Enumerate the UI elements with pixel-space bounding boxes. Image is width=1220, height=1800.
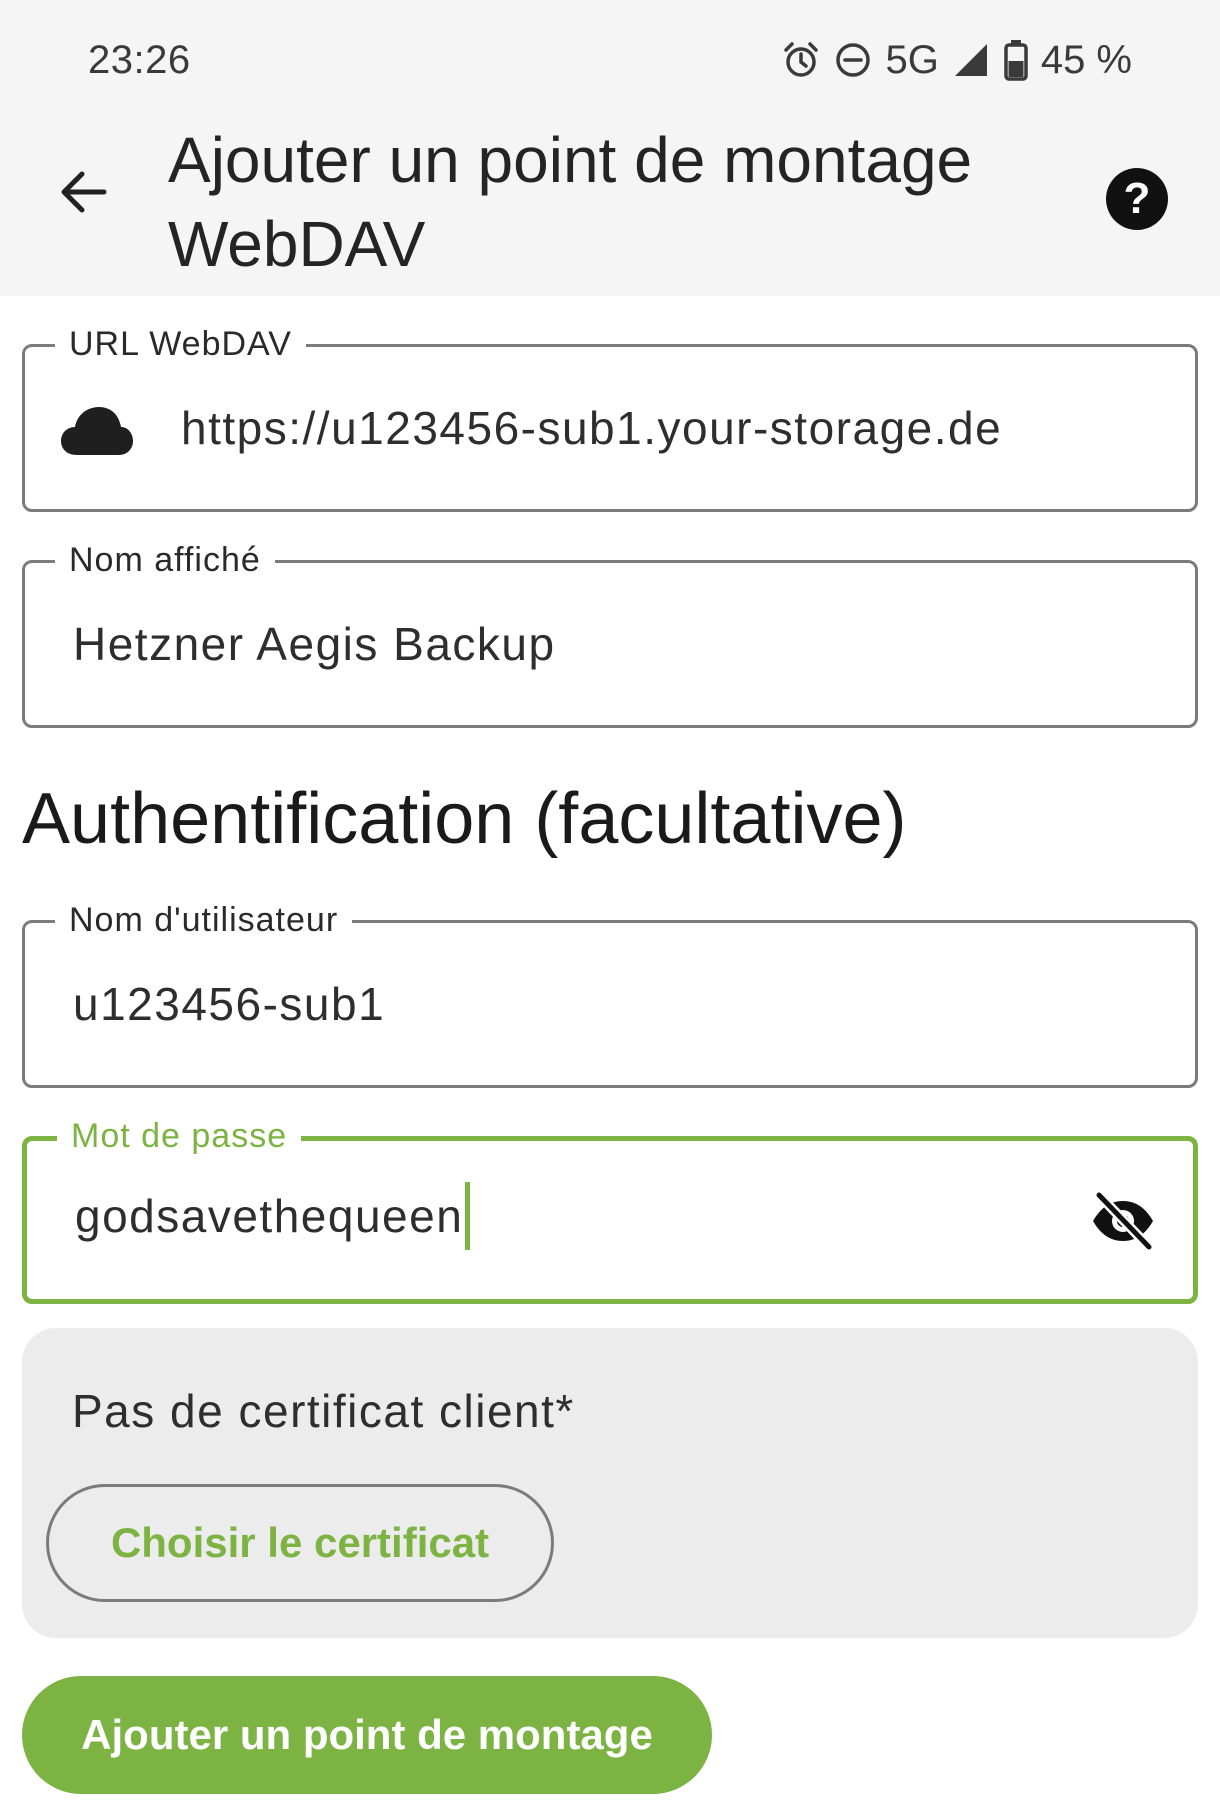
password-input[interactable]: godsavethequeen: [75, 1190, 463, 1242]
username-field[interactable]: Nom d'utilisateur u123456-sub1: [22, 901, 1198, 1088]
username-label: Nom d'utilisateur: [55, 901, 353, 940]
status-time: 23:26: [88, 38, 191, 82]
app-bar: 23:26 5G 45 % Ajouter un point de montag…: [0, 0, 1220, 296]
auth-section-heading: Authentification (facultative): [22, 779, 907, 859]
do-not-disturb-icon: [833, 40, 873, 80]
password-label: Mot de passe: [57, 1117, 302, 1156]
password-field[interactable]: Mot de passe godsavethequeen: [22, 1117, 1198, 1304]
certificate-status: Pas de certificat client*: [72, 1385, 575, 1437]
webdav-url-input[interactable]: https://u123456-sub1.your-storage.de: [181, 401, 1002, 455]
client-certificate-card: Pas de certificat client* Choisir le cer…: [22, 1328, 1198, 1638]
battery-icon: [1003, 39, 1029, 81]
signal-icon: [951, 40, 991, 80]
battery-level: 45 %: [1040, 37, 1132, 82]
text-cursor: [465, 1182, 471, 1250]
cloud-icon: [59, 403, 135, 462]
choose-certificate-button[interactable]: Choisir le certificat: [46, 1484, 554, 1602]
add-mount-point-button[interactable]: Ajouter un point de montage: [22, 1676, 712, 1794]
back-button[interactable]: [50, 162, 114, 226]
eye-off-icon[interactable]: [1089, 1190, 1157, 1256]
webdav-url-field[interactable]: URL WebDAV https://u123456-sub1.your-sto…: [22, 325, 1198, 512]
page-title: Ajouter un point de montage WebDAV: [168, 124, 973, 280]
alarm-icon: [781, 40, 821, 80]
display-name-input[interactable]: Hetzner Aegis Backup: [73, 617, 556, 671]
webdav-url-label: URL WebDAV: [55, 325, 306, 364]
display-name-field[interactable]: Nom affiché Hetzner Aegis Backup: [22, 541, 1198, 728]
help-button[interactable]: ?: [1106, 168, 1168, 230]
password-input-wrapper[interactable]: godsavethequeen: [75, 1182, 471, 1254]
help-circle-icon: ?: [1123, 174, 1151, 223]
username-input[interactable]: u123456-sub1: [73, 977, 385, 1031]
arrow-left-icon: [56, 166, 108, 223]
status-icons: 5G 45 %: [781, 34, 1132, 86]
display-name-label: Nom affiché: [55, 541, 275, 580]
network-type: 5G: [885, 37, 939, 82]
